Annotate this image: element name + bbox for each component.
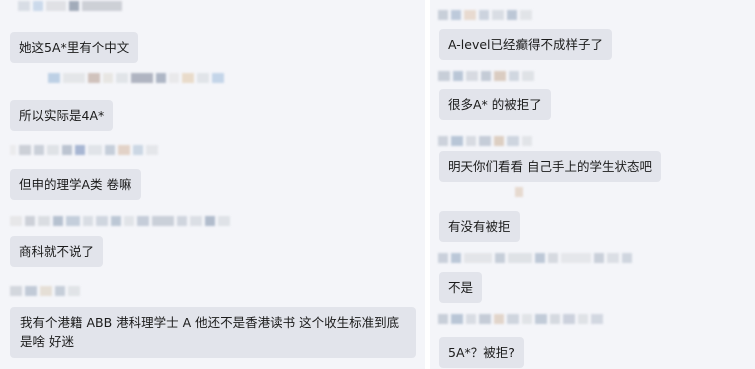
message-group (10, 285, 80, 305)
sender-name-blurred (438, 313, 603, 325)
message-group (438, 252, 632, 272)
sender-name-blurred (10, 144, 158, 156)
message-group (10, 215, 230, 235)
message-bubble[interactable]: 我有个港籍 ABB 港科理学士 A 他还不是香港读书 这个收生标准到底是啥 好迷 (10, 307, 416, 358)
message-bubble[interactable]: A-level已经癫得不成样子了 (439, 29, 613, 60)
sender-name-blurred (10, 215, 230, 227)
message-row: 5A*？被拒? (439, 337, 524, 368)
message-bubble[interactable]: 不是 (439, 272, 483, 303)
message-group (10, 144, 158, 164)
sender-name-blurred (438, 9, 532, 21)
message-bubble[interactable]: 她这5A*里有个中文 (10, 32, 139, 63)
message-row: 她这5A*里有个中文 (10, 32, 139, 63)
message-bubble[interactable]: 很多A* 的被拒了 (439, 89, 551, 120)
message-group (515, 186, 523, 206)
message-row: 商科就不说了 (10, 236, 104, 267)
sender-name-blurred (18, 0, 122, 12)
sender-name-blurred (438, 252, 632, 264)
message-bubble[interactable]: 所以实际是4A* (10, 100, 114, 131)
sender-name-blurred (48, 72, 224, 84)
message-row: 明天你们看看 自己手上的学生状态吧 (439, 151, 661, 182)
message-row: 所以实际是4A* (10, 100, 114, 131)
chat-pane-left: 她这5A*里有个中文 所以实际是4A* 但申的理学A类 卷嘛 商科就不说了 我有… (0, 0, 425, 369)
message-group (438, 9, 532, 29)
message-group (438, 70, 534, 90)
sender-name-blurred (438, 135, 532, 147)
message-bubble[interactable]: 但申的理学A类 卷嘛 (10, 169, 141, 200)
message-bubble[interactable]: 有没有被拒 (439, 211, 520, 242)
message-row: 很多A* 的被拒了 (439, 89, 551, 120)
message-group (18, 0, 122, 20)
message-bubble[interactable]: 商科就不说了 (10, 236, 104, 267)
message-row: 有没有被拒 (439, 211, 520, 242)
message-row: A-level已经癫得不成样子了 (439, 29, 613, 60)
message-bubble[interactable]: 5A*？被拒? (439, 337, 524, 368)
message-row: 我有个港籍 ABB 港科理学士 A 他还不是香港读书 这个收生标准到底是啥 好迷 (10, 307, 416, 358)
message-group (48, 72, 224, 92)
message-group (438, 313, 603, 333)
message-row: 不是 (439, 272, 483, 303)
message-bubble[interactable]: 明天你们看看 自己手上的学生状态吧 (439, 151, 661, 182)
chat-pane-right: A-level已经癫得不成样子了 很多A* 的被拒了 明天你们看看 自己手上的学… (430, 0, 755, 369)
sender-name-blurred (515, 186, 523, 198)
sender-name-blurred (10, 285, 80, 297)
message-row: 但申的理学A类 卷嘛 (10, 169, 141, 200)
sender-name-blurred (438, 70, 534, 82)
